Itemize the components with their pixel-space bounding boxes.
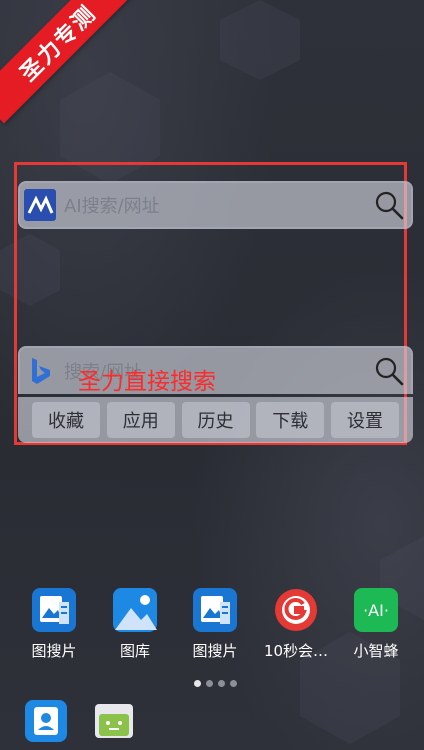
image-search-icon bbox=[193, 588, 237, 632]
app-ten-second[interactable]: 10秒会… bbox=[256, 588, 336, 661]
tab-downloads[interactable]: 下载 bbox=[256, 402, 325, 438]
app-image-search-2[interactable]: 图搜片 bbox=[175, 588, 255, 661]
tab-favorites[interactable]: 收藏 bbox=[32, 402, 100, 438]
app-label: 10秒会… bbox=[263, 642, 329, 660]
svg-text:·AI·: ·AI· bbox=[363, 601, 389, 620]
annotation-text: 圣力直接搜索 bbox=[78, 369, 216, 395]
search-icon[interactable] bbox=[373, 189, 405, 221]
ai-search-bar[interactable]: AI搜索/网址 bbox=[18, 181, 413, 229]
page-dot[interactable] bbox=[218, 680, 225, 687]
g-badge-icon bbox=[274, 588, 318, 632]
page-indicator bbox=[194, 680, 237, 687]
tab-settings[interactable]: 设置 bbox=[331, 402, 399, 438]
tab-apps[interactable]: 应用 bbox=[106, 402, 175, 438]
page-dot-active[interactable] bbox=[194, 680, 201, 687]
app-label: 图搜片 bbox=[192, 642, 238, 660]
app-image-search-1[interactable]: 图搜片 bbox=[14, 588, 94, 661]
image-search-icon bbox=[32, 588, 76, 632]
tab-history[interactable]: 历史 bbox=[181, 402, 250, 438]
app-label: 小智蜂 bbox=[353, 642, 399, 660]
search-icon[interactable] bbox=[373, 355, 405, 387]
page-dot[interactable] bbox=[230, 680, 237, 687]
ai-search-placeholder: AI搜索/网址 bbox=[64, 196, 160, 217]
app-xiaozhifeng[interactable]: ·AI· 小智蜂 bbox=[336, 588, 416, 661]
app-label: 图库 bbox=[119, 642, 150, 660]
app-grid: 图搜片 图库 图搜片 10秒会… ·AI· 小智蜂 bbox=[0, 588, 424, 668]
messages-icon[interactable] bbox=[93, 700, 135, 742]
bing-logo-icon bbox=[24, 355, 56, 387]
app-gallery[interactable]: 图库 bbox=[95, 588, 175, 661]
search-shortcut-tabs: 收藏 应用 历史 下载 设置 bbox=[18, 397, 413, 443]
contacts-icon[interactable] bbox=[25, 700, 67, 742]
app-label: 图搜片 bbox=[31, 642, 77, 660]
page-dot[interactable] bbox=[206, 680, 213, 687]
ai-logo-icon bbox=[24, 189, 56, 221]
ai-chat-icon: ·AI· bbox=[354, 588, 398, 632]
gallery-icon bbox=[113, 588, 157, 632]
